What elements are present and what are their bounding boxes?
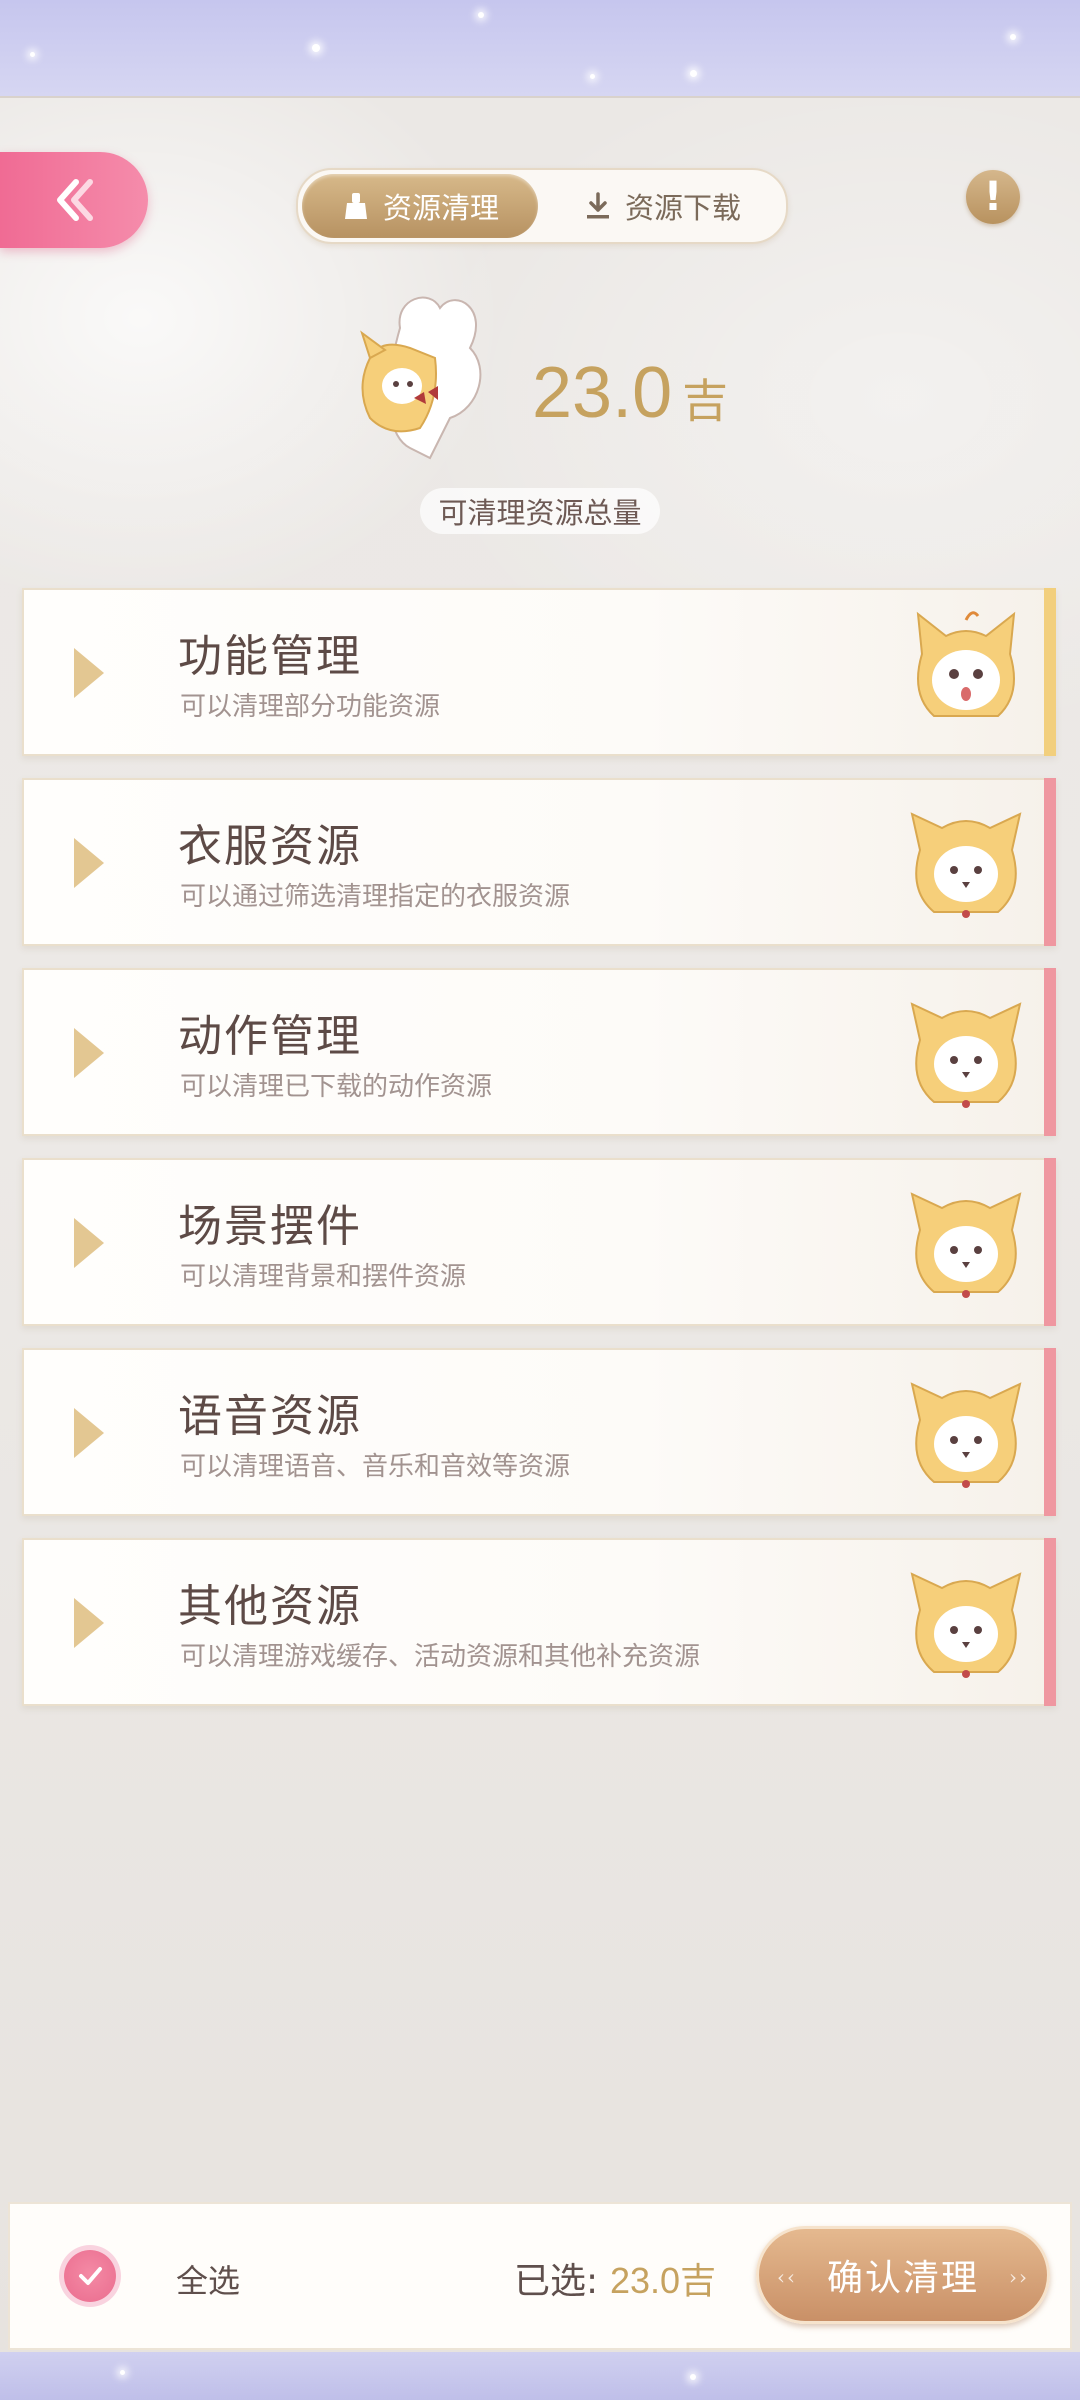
expand-arrow-icon[interactable] [74,1598,104,1648]
category-title: 衣服资源 [178,821,362,872]
exclamation-icon: ! [983,174,1003,220]
accent-stripe [1044,1348,1056,1516]
select-all-label[interactable]: 全选 [176,2256,240,2302]
bottom-decor-band [0,2352,1080,2400]
double-chevron-left-icon [57,179,93,221]
selected-value: 23.0吉 [610,2260,717,2301]
confirm-clean-button[interactable]: ‹‹ 确认清理 ›› [756,2226,1050,2324]
accent-stripe [1044,778,1056,946]
category-title: 场景摆件 [178,1201,362,1252]
category-card-audio[interactable]: 语音资源 可以清理语音、音乐和音效等资源 [22,1348,1056,1516]
category-desc: 可以清理游戏缓存、活动资源和其他补充资源 [180,1642,701,1672]
total-cleanable-size: 23.0 吉 [532,352,728,434]
hooded-cat-icon [910,1572,1022,1678]
checkmark-icon [79,2267,102,2285]
category-title: 动作管理 [178,1011,362,1062]
category-desc: 可以清理部分功能资源 [180,692,441,722]
expand-arrow-icon[interactable] [74,1028,104,1078]
download-icon [586,192,609,219]
category-title: 功能管理 [178,631,362,682]
accent-stripe [1044,588,1056,756]
category-title: 语音资源 [178,1391,362,1442]
cat-mascot-illustration [360,296,482,460]
category-desc: 可以清理已下载的动作资源 [180,1072,493,1102]
accent-stripe [1044,1538,1056,1706]
category-card-scene[interactable]: 场景摆件 可以清理背景和摆件资源 [22,1158,1056,1326]
accent-stripe [1044,1158,1056,1326]
total-value: 23.0 [532,353,673,433]
expand-arrow-icon[interactable] [74,1408,104,1458]
back-button[interactable] [0,152,148,248]
total-unit: 吉 [682,375,729,427]
accent-stripe [1044,968,1056,1136]
expand-arrow-icon[interactable] [74,1218,104,1268]
category-desc: 可以清理背景和摆件资源 [180,1262,467,1292]
total-label: 可清理资源总量 [420,488,660,534]
tab-bar: 资源清理 资源下载 [296,168,788,244]
tab-label: 资源清理 [382,191,499,225]
decor-right-icon: ›› [1009,2265,1029,2289]
surprised-cat-icon [916,611,1016,717]
decor-left-icon: ‹‹ [777,2265,797,2289]
category-desc: 可以通过筛选清理指定的衣服资源 [180,882,571,912]
hooded-cat-icon [910,1002,1022,1108]
hooded-cat-icon [910,1382,1022,1488]
tab-resource-clean[interactable]: 资源清理 [302,174,538,238]
bottom-action-bar: 全选 已选: 23.0吉 ‹‹ 确认清理 ›› [8,2202,1072,2350]
info-button[interactable]: ! [966,170,1020,224]
expand-arrow-icon[interactable] [74,838,104,888]
broom-icon [344,193,367,219]
selected-label: 已选: [514,2261,599,2302]
tab-resource-download[interactable]: 资源下载 [544,174,780,238]
category-card-clothes[interactable]: 衣服资源 可以通过筛选清理指定的衣服资源 [22,778,1056,946]
category-title: 其他资源 [178,1581,362,1632]
confirm-label: 确认清理 [826,2258,979,2299]
category-card-other[interactable]: 其他资源 可以清理游戏缓存、活动资源和其他补充资源 [22,1538,1056,1706]
hooded-cat-icon [910,1192,1022,1298]
tab-label: 资源下载 [624,191,741,225]
category-desc: 可以清理语音、音乐和音效等资源 [180,1452,571,1482]
top-decor-band [0,0,1080,96]
hooded-cat-icon [910,812,1022,918]
select-all-checkbox[interactable] [64,2250,116,2302]
category-card-actions[interactable]: 动作管理 可以清理已下载的动作资源 [22,968,1056,1136]
category-card-function[interactable]: 功能管理 可以清理部分功能资源 [22,588,1056,756]
expand-arrow-icon[interactable] [74,648,104,698]
